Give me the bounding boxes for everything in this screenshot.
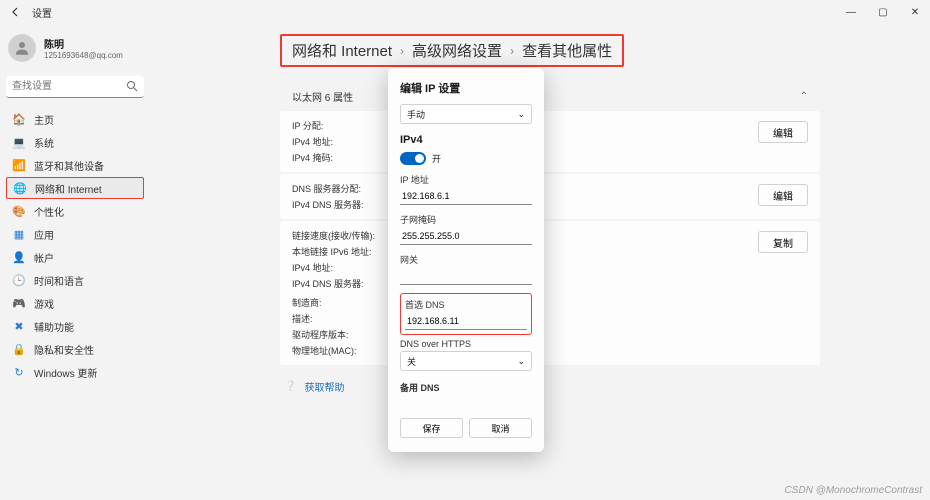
sidebar-item-10[interactable]: 🔒 隐私和安全性 [6, 338, 144, 360]
nav-icon: 🌐 [13, 181, 27, 195]
save-button[interactable]: 保存 [400, 418, 463, 438]
sidebar-item-3[interactable]: 🌐 网络和 Internet [6, 177, 144, 199]
dns1-label: 首选 DNS [405, 298, 527, 311]
search-icon [126, 80, 138, 95]
doh-label: DNS over HTTPS [400, 339, 532, 349]
chevron-right-icon: › [510, 44, 514, 58]
nav-label: 应用 [34, 227, 54, 242]
search-input[interactable] [6, 76, 144, 98]
nav-icon: 🏠 [12, 112, 26, 126]
user-block[interactable]: 陈明 1251693648@qq.com [6, 34, 144, 62]
nav-icon: 🔒 [12, 342, 26, 356]
get-help-label: 获取帮助 [304, 379, 344, 394]
mode-select[interactable]: 手动 ⌄ [400, 104, 532, 124]
toggle-label: 开 [432, 152, 441, 165]
nav-icon: ✖ [12, 319, 26, 333]
minimize-button[interactable]: — [844, 5, 858, 19]
nav-label: 系统 [34, 135, 54, 150]
edit-button[interactable]: 编辑 [758, 184, 808, 206]
crumb-0[interactable]: 网络和 Internet [292, 40, 392, 61]
gateway-input[interactable] [400, 268, 532, 285]
ip-input[interactable] [400, 188, 532, 205]
mask-label: 子网掩码 [400, 213, 532, 226]
nav-label: 蓝牙和其他设备 [34, 158, 104, 173]
nav-icon: 🎮 [12, 296, 26, 310]
property-card-2: 链接速度(接收/传输):本地链接 IPv6 地址:IPv4 地址:IPv4 DN… [280, 221, 820, 365]
edit-button[interactable]: 编辑 [758, 121, 808, 143]
nav-label: 网络和 Internet [35, 181, 102, 196]
preferred-dns-group: 首选 DNS [400, 293, 532, 335]
crumb-1[interactable]: 高级网络设置 [412, 40, 502, 61]
sidebar-item-1[interactable]: 💻 系统 [6, 131, 144, 153]
help-icon: ❔ [284, 381, 296, 392]
ip-settings-dialog: 编辑 IP 设置 手动 ⌄ IPv4 开 IP 地址 子网掩码 网关 首选 DN… [388, 68, 544, 452]
dns2-label: 备用 DNS [400, 381, 532, 394]
chevron-up-icon: ⌃ [800, 91, 808, 102]
nav-icon: 🎨 [12, 204, 26, 218]
sidebar-item-4[interactable]: 🎨 个性化 [6, 200, 144, 222]
nav-label: 主页 [34, 112, 54, 127]
dialog-title: 编辑 IP 设置 [400, 80, 532, 96]
ip-label: IP 地址 [400, 173, 532, 186]
avatar [8, 34, 36, 62]
property-card-1: DNS 服务器分配:IPv4 DNS 服务器:编辑 [280, 174, 820, 219]
back-button[interactable] [8, 4, 24, 20]
nav-icon: ▦ [12, 227, 26, 241]
ipv4-heading: IPv4 [400, 134, 532, 146]
chevron-down-icon: ⌄ [517, 109, 525, 120]
nav-icon: 💻 [12, 135, 26, 149]
sidebar-item-8[interactable]: 🎮 游戏 [6, 292, 144, 314]
nav-icon: 📶 [12, 158, 26, 172]
nav-label: Windows 更新 [34, 365, 97, 380]
sidebar-item-11[interactable]: ↻ Windows 更新 [6, 361, 144, 383]
mask-input[interactable] [400, 228, 532, 245]
nav-label: 帐户 [34, 250, 54, 265]
nav-icon: 👤 [12, 250, 26, 264]
dns1-input[interactable] [405, 313, 527, 330]
maximize-button[interactable]: ▢ [876, 5, 890, 19]
mode-value: 手动 [407, 108, 425, 121]
nav-icon: ↻ [12, 365, 26, 379]
sidebar: 陈明 1251693648@qq.com 🏠 主页 💻 系统 📶 蓝牙和其他设备 🌐 网络和 … [0, 24, 150, 500]
breadcrumb: 网络和 Internet › 高级网络设置 › 查看其他属性 [280, 34, 624, 67]
nav-icon: 🕒 [12, 273, 26, 287]
nav-label: 辅助功能 [34, 319, 74, 334]
window-title: 设置 [32, 5, 52, 20]
nav-label: 时间和语言 [34, 273, 84, 288]
nav-label: 个性化 [34, 204, 64, 219]
sidebar-item-7[interactable]: 🕒 时间和语言 [6, 269, 144, 291]
close-button[interactable]: ✕ [908, 5, 922, 19]
ipv4-toggle[interactable] [400, 152, 426, 165]
crumb-2: 查看其他属性 [522, 40, 612, 61]
gateway-label: 网关 [400, 253, 532, 266]
sidebar-item-2[interactable]: 📶 蓝牙和其他设备 [6, 154, 144, 176]
property-card-0: IP 分配:IPv4 地址:IPv4 掩码:编辑 [280, 111, 820, 172]
watermark: CSDN @MonochromeContrast [785, 485, 922, 496]
sidebar-item-0[interactable]: 🏠 主页 [6, 108, 144, 130]
copy-button[interactable]: 复制 [758, 231, 808, 253]
cancel-button[interactable]: 取消 [469, 418, 532, 438]
sidebar-item-9[interactable]: ✖ 辅助功能 [6, 315, 144, 337]
sidebar-item-5[interactable]: ▦ 应用 [6, 223, 144, 245]
sidebar-item-6[interactable]: 👤 帐户 [6, 246, 144, 268]
user-name: 陈明 [44, 36, 123, 51]
user-email: 1251693648@qq.com [44, 51, 123, 60]
chevron-down-icon: ⌄ [517, 356, 525, 367]
section-header[interactable]: 以太网 6 属性 ⌃ [280, 81, 820, 111]
nav-label: 游戏 [34, 296, 54, 311]
chevron-right-icon: › [400, 44, 404, 58]
doh-value: 关 [407, 355, 416, 368]
get-help-link[interactable]: ❔ 获取帮助 [280, 379, 820, 394]
section-title: 以太网 6 属性 [292, 89, 353, 104]
nav-label: 隐私和安全性 [34, 342, 94, 357]
doh-select[interactable]: 关 ⌄ [400, 351, 532, 371]
nav: 🏠 主页 💻 系统 📶 蓝牙和其他设备 🌐 网络和 Internet 🎨 个性化 ▦ 应用 👤 帐户 🕒 时间… [6, 108, 144, 383]
search-box [6, 76, 144, 98]
